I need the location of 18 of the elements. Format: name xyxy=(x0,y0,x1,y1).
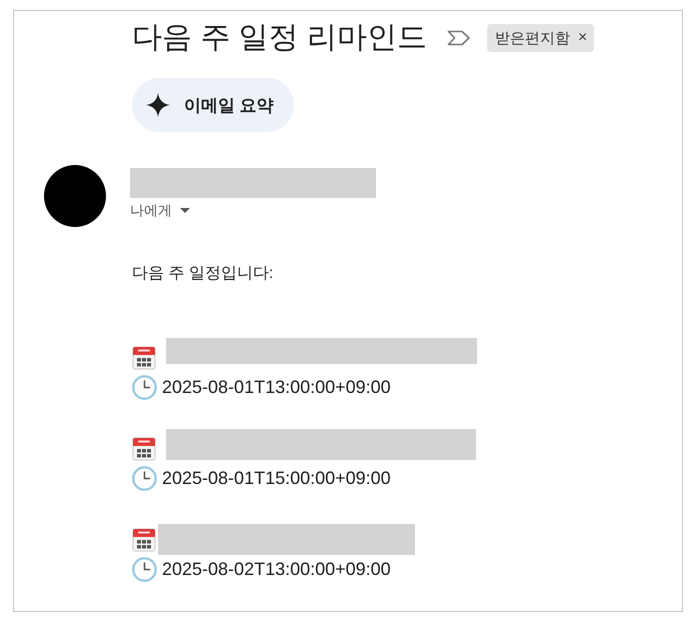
remove-label-button[interactable]: × xyxy=(578,30,588,46)
event-datetime: 2025-08-01T15:00:00+09:00 xyxy=(162,467,391,490)
calendar-icon xyxy=(132,346,156,370)
calendar-icon xyxy=(132,528,156,552)
importance-marker-icon[interactable] xyxy=(447,30,472,46)
summary-button[interactable]: 이메일 요약 xyxy=(132,78,294,132)
clock-icon xyxy=(132,466,157,490)
sparkle-icon xyxy=(146,93,170,117)
greeting-text: 다음 주 일정입니다: xyxy=(132,264,274,284)
calendar-icon xyxy=(132,437,156,461)
caret-icon xyxy=(180,208,190,212)
recipient-dropdown[interactable]: 나에게 xyxy=(130,200,190,220)
clock-icon xyxy=(132,556,157,582)
clock-icon xyxy=(132,374,157,400)
event-datetime: 2025-08-01T13:00:00+09:00 xyxy=(162,376,391,399)
event-datetime: 2025-08-02T13:00:00+09:00 xyxy=(162,558,391,581)
email-subject: 다음 주 일정 리마인드 xyxy=(132,20,428,56)
label-text: 받은편지함 xyxy=(495,28,570,48)
